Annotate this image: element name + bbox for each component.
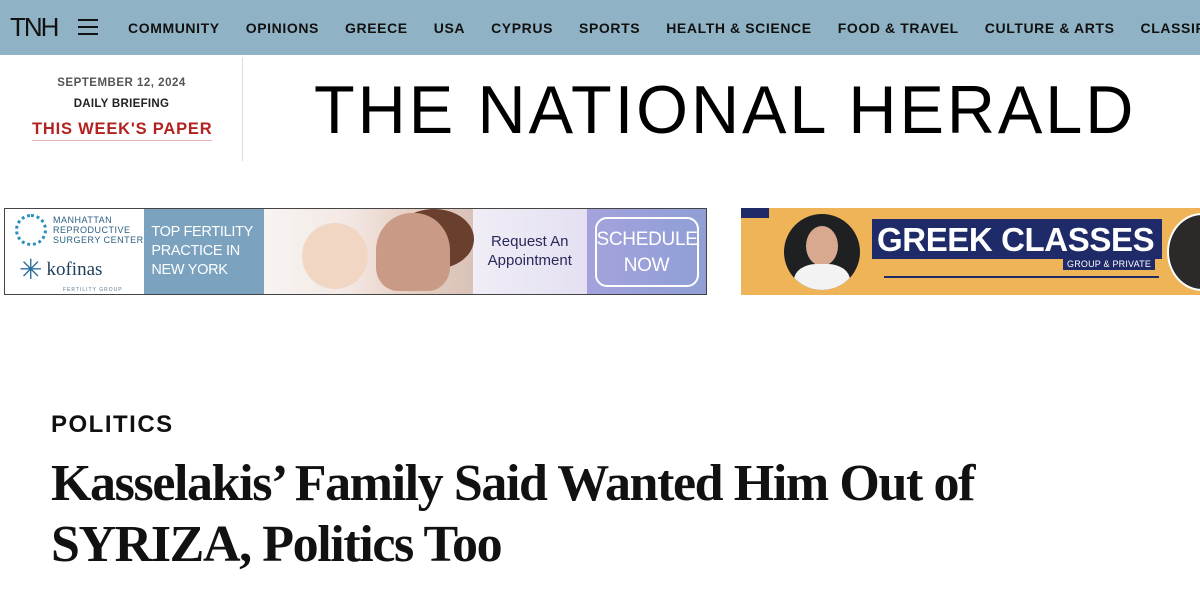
nav-links: COMMUNITY OPINIONS GREECE USA CYPRUS SPO…: [128, 0, 1200, 55]
kofinas-brand: kofinas: [46, 259, 103, 280]
hamburger-menu-icon[interactable]: [78, 19, 98, 35]
nav-item-usa[interactable]: USA: [434, 20, 465, 36]
avatar-shirt: [794, 264, 850, 290]
ad-cta-panel: SCHEDULE NOW: [586, 209, 706, 294]
ad-tagline: TOP FERTILITY PRACTICE IN NEW YORK: [144, 209, 264, 294]
ad-corner-accent: [741, 208, 769, 218]
daily-briefing-label[interactable]: DAILY BRIEFING: [0, 98, 243, 110]
mrsc-logo: MANHATTAN REPRODUCTIVE SURGERY CENTER: [15, 214, 144, 246]
nav-item-opinions[interactable]: OPINIONS: [246, 20, 319, 36]
site-logo[interactable]: TNH: [10, 13, 59, 41]
greek-classes-title: GREEK CLASSES: [872, 219, 1163, 259]
second-avatar: [1167, 213, 1200, 291]
article-headline: Kasselakis’ Family Said Wanted Him Out o…: [51, 455, 975, 573]
this-weeks-paper-link[interactable]: THIS WEEK'S PAPER: [32, 120, 213, 141]
briefing-date: SEPTEMBER 12, 2024: [57, 77, 186, 89]
daily-briefing-panel: SEPTEMBER 12, 2024 DAILY BRIEFING THIS W…: [0, 57, 243, 161]
nav-item-cyprus[interactable]: CYPRUS: [491, 20, 553, 36]
ad-request-text: Request An Appointment: [473, 209, 587, 294]
ad-logos-panel: MANHATTAN REPRODUCTIVE SURGERY CENTER ✳ ko…: [5, 209, 145, 294]
nav-item-health-science[interactable]: HEALTH & SCIENCE: [666, 20, 811, 36]
nav-item-classifieds[interactable]: CLASSIFIEDS: [1141, 20, 1200, 36]
nav-item-greece[interactable]: GREECE: [345, 20, 408, 36]
nav-item-sports[interactable]: SPORTS: [579, 20, 640, 36]
masthead-title[interactable]: THE NATIONAL HERALD: [314, 72, 1136, 148]
starburst-icon: ✳: [19, 254, 43, 285]
mrsc-logo-icon: [15, 214, 47, 246]
fertility-advertisement[interactable]: MANHATTAN REPRODUCTIVE SURGERY CENTER ✳ ko…: [4, 208, 707, 295]
schedule-now-button[interactable]: SCHEDULE NOW: [594, 217, 699, 287]
section-label[interactable]: POLITICS: [51, 411, 174, 439]
photo-mother: [375, 213, 450, 291]
nav-item-culture-arts[interactable]: CULTURE & ARTS: [985, 20, 1115, 36]
teacher-avatar: [784, 214, 860, 290]
mrsc-name: MANHATTAN REPRODUCTIVE SURGERY CENTER: [53, 215, 144, 245]
top-navigation-bar: TNH COMMUNITY OPINIONS GREECE USA CYPRUS…: [0, 0, 1200, 55]
kofinas-logo: ✳ kofinas: [19, 256, 102, 284]
nav-item-community[interactable]: COMMUNITY: [128, 20, 220, 36]
ad-divider-line: [884, 276, 1159, 278]
avatar-face: [806, 226, 838, 266]
ad-mother-baby-photo: [263, 209, 474, 294]
nav-item-food-travel[interactable]: FOOD & TRAVEL: [838, 20, 959, 36]
greek-classes-advertisement[interactable]: GREEK CLASSES GROUP & PRIVATE: [741, 208, 1200, 295]
greek-classes-subtitle: GROUP & PRIVATE: [1063, 258, 1156, 270]
kofinas-sub: FERTILITY GROUP: [63, 287, 123, 293]
photo-baby: [301, 223, 368, 289]
